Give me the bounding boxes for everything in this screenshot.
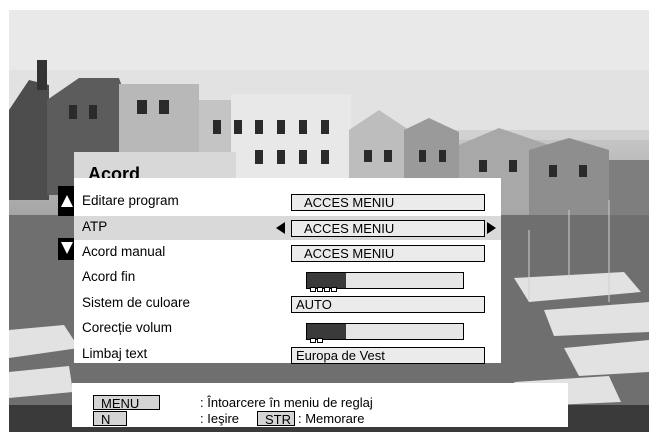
n-key[interactable]: N [93, 411, 127, 427]
help-bar: MENU : Întoarcere în meniu de reglaj N :… [72, 383, 568, 427]
menu-item-sistem-de-culoare[interactable]: Sistem de culoare AUTO [74, 292, 501, 316]
menu-item-value: ACCES MENIU [291, 245, 485, 262]
menu-item-corectie-volum[interactable]: Corecție volum [74, 317, 501, 343]
menu-item-acord-fin[interactable]: Acord fin [74, 266, 501, 292]
str-key[interactable]: STR [257, 411, 295, 427]
menu-item-label: Acord fin [82, 269, 136, 284]
menu-item-value: ACCES MENIU [291, 220, 485, 237]
menu-item-label: Acord manual [82, 244, 166, 259]
triangle-left-icon[interactable] [276, 222, 285, 234]
menu-item-value: ACCES MENIU [291, 194, 485, 211]
str-key-description: : Memorare [298, 411, 365, 426]
menu-item-atp[interactable]: ATP ACCES MENIU [74, 216, 501, 240]
menu-item-value: Europa de Vest [291, 347, 485, 364]
slider-fill [307, 273, 346, 288]
menu-item-editare-program[interactable]: Editare program ACCES MENIU [74, 190, 501, 214]
menu-key[interactable]: MENU [93, 395, 160, 411]
menu-item-limbaj-text[interactable]: Limbaj text Europa de Vest [74, 343, 501, 367]
volume-correction-slider[interactable] [306, 323, 464, 340]
menu-item-label: Limbaj text [82, 346, 148, 361]
slider-fill [307, 324, 346, 339]
menu-item-label: Editare program [82, 193, 179, 208]
triangle-right-icon[interactable] [487, 222, 496, 234]
tuning-menu: Editare program ACCES MENIU ATP ACCES ME… [74, 178, 501, 364]
menu-item-label: Corecție volum [82, 320, 173, 335]
menu-item-label: ATP [82, 219, 108, 234]
n-key-description: : Ieşire [200, 411, 240, 426]
menu-item-label: Sistem de culoare [82, 295, 191, 310]
menu-key-description: : Întoarcere în meniu de reglaj [200, 395, 373, 410]
menu-item-value: AUTO [291, 296, 485, 313]
menu-item-acord-manual[interactable]: Acord manual ACCES MENIU [74, 241, 501, 265]
